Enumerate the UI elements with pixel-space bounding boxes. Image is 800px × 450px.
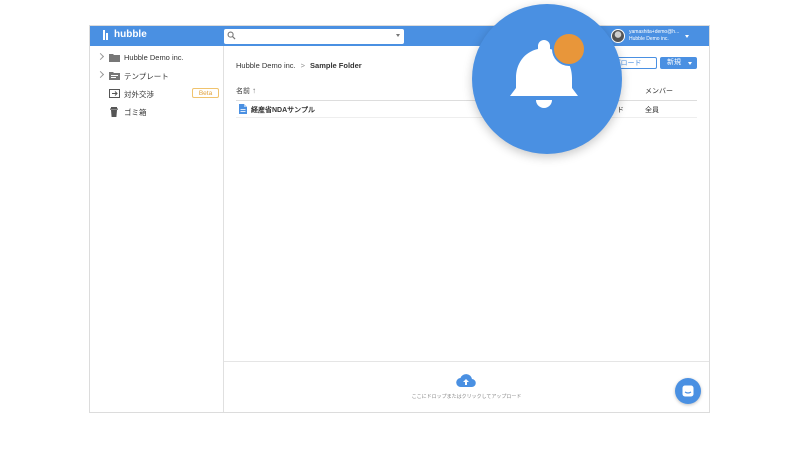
sidebar-item-templates[interactable]: テンプレート bbox=[90, 69, 224, 83]
folder-icon bbox=[109, 54, 120, 62]
sidebar-item-hubble-demo[interactable]: Hubble Demo inc. bbox=[90, 51, 224, 65]
brand-logo[interactable]: hubble bbox=[103, 29, 147, 40]
cloud-upload-icon bbox=[456, 374, 476, 388]
external-negotiation-icon bbox=[109, 89, 120, 98]
upload-dropzone[interactable]: ここにドロップまたはクリックしてアップロード bbox=[224, 361, 709, 412]
sidebar: Hubble Demo inc. テンプレート 対外交渉 Beta ゴミ箱 bbox=[90, 46, 224, 412]
search-input[interactable] bbox=[240, 30, 388, 42]
search-icon bbox=[227, 31, 236, 40]
hubble-logo-icon bbox=[103, 29, 111, 40]
table-header: 名前 ↑ メンバー bbox=[236, 86, 697, 101]
notification-badge bbox=[552, 32, 586, 66]
notification-bubble[interactable] bbox=[472, 4, 622, 154]
trash-icon bbox=[110, 107, 118, 117]
beta-badge: Beta bbox=[192, 88, 219, 98]
bell-icon bbox=[510, 32, 586, 108]
user-info: yamashita+demo@h... Hubble Demo inc. bbox=[629, 29, 683, 43]
template-folder-icon bbox=[109, 72, 120, 80]
table-row[interactable]: 経産省NDAサンプル ド 全員 bbox=[236, 101, 697, 118]
chevron-down-icon bbox=[688, 62, 692, 65]
breadcrumb-separator: > bbox=[300, 61, 306, 70]
user-email: yamashita+demo@h... bbox=[629, 29, 680, 35]
sidebar-item-label: テンプレート bbox=[124, 72, 169, 81]
new-button[interactable]: 新規 bbox=[660, 57, 697, 69]
column-member-header[interactable]: メンバー bbox=[645, 86, 673, 96]
user-org: Hubble Demo inc. bbox=[629, 36, 669, 42]
column-name-header[interactable]: 名前 ↑ bbox=[236, 86, 256, 96]
chevron-right-icon[interactable] bbox=[96, 52, 105, 61]
new-button-label: 新規 bbox=[667, 59, 681, 66]
user-menu[interactable]: yamashita+demo@h... Hubble Demo inc. bbox=[611, 28, 689, 44]
user-menu-chevron-icon[interactable] bbox=[685, 34, 689, 38]
breadcrumb-current: Sample Folder bbox=[310, 61, 362, 70]
chat-button[interactable] bbox=[675, 378, 701, 404]
column-name-label: 名前 bbox=[236, 88, 250, 95]
document-icon bbox=[239, 104, 247, 114]
sort-ascending-icon[interactable]: ↑ bbox=[252, 86, 256, 95]
sidebar-item-label: 対外交渉 bbox=[124, 90, 154, 99]
breadcrumb: Hubble Demo inc. > Sample Folder bbox=[236, 61, 362, 70]
chat-icon bbox=[682, 385, 694, 397]
brand-name: hubble bbox=[114, 29, 147, 40]
search-dropdown-icon[interactable] bbox=[396, 34, 400, 37]
file-member: 全員 bbox=[645, 107, 659, 114]
sidebar-item-trash[interactable]: ゴミ箱 bbox=[90, 105, 224, 119]
dropzone-text: ここにドロップまたはクリックしてアップロード bbox=[411, 394, 522, 400]
chevron-right-icon[interactable] bbox=[96, 70, 105, 79]
search-box[interactable] bbox=[224, 29, 404, 44]
file-name[interactable]: 経産省NDAサンプル bbox=[251, 105, 315, 115]
main-content: Hubble Demo inc. > Sample Folder ップロード 新… bbox=[224, 46, 709, 412]
breadcrumb-root[interactable]: Hubble Demo inc. bbox=[236, 61, 296, 70]
sidebar-item-label: Hubble Demo inc. bbox=[124, 53, 184, 62]
sidebar-item-external-negotiation[interactable]: 対外交渉 Beta bbox=[90, 87, 224, 101]
sidebar-item-label: ゴミ箱 bbox=[124, 108, 147, 117]
